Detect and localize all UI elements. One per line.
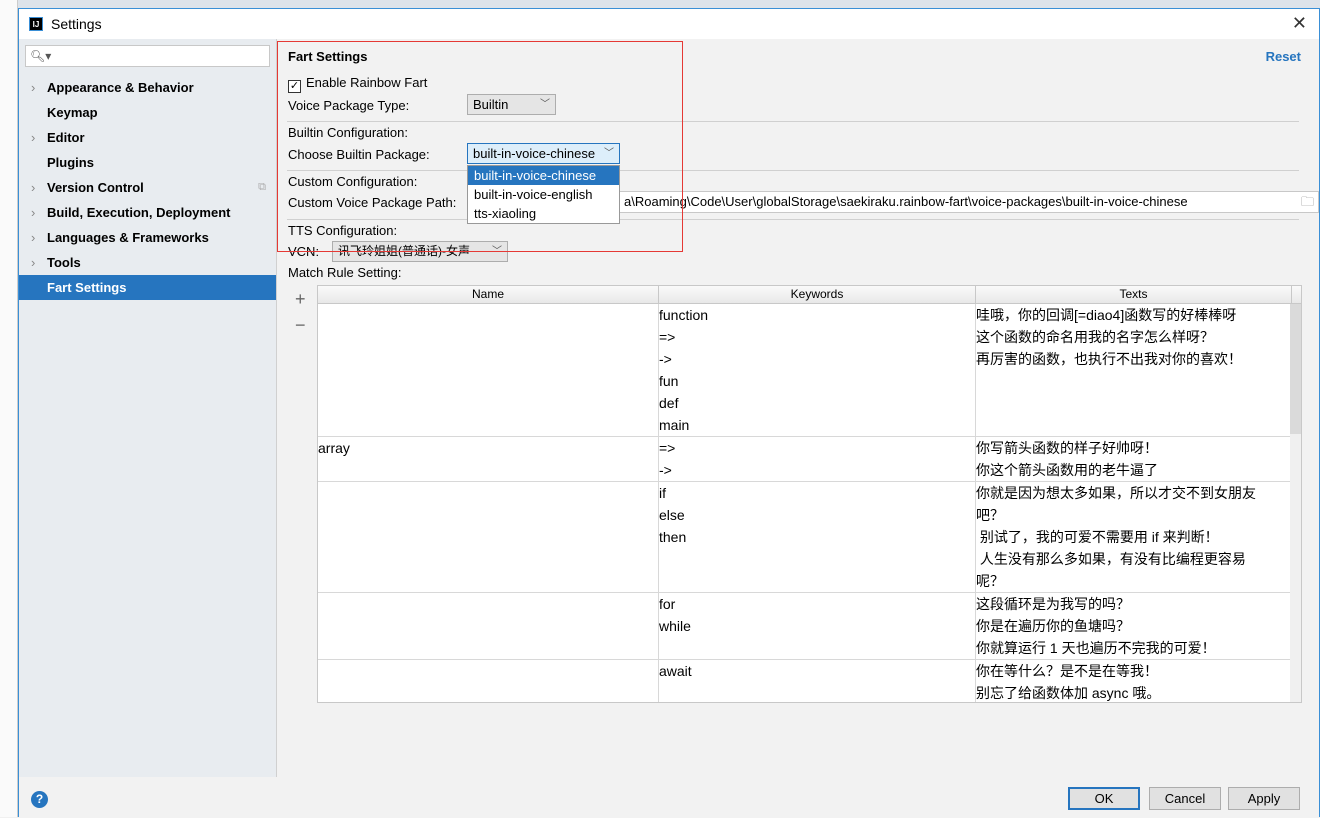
cell-keywords[interactable]: function => -> fun def main bbox=[659, 304, 976, 436]
chevron-right-icon[interactable]: › bbox=[31, 125, 35, 150]
window-title: Settings bbox=[51, 16, 102, 32]
chevron-right-icon[interactable]: › bbox=[31, 200, 35, 225]
option-built-in-voice-english[interactable]: built-in-voice-english bbox=[468, 185, 619, 204]
cell-texts[interactable]: 你在等什么？是不是在等我！ 别忘了给函数体加 async 哦。 bbox=[976, 660, 1292, 702]
sidebar-item-label: Fart Settings bbox=[47, 280, 127, 295]
table-row[interactable]: for while 这段循环是为我写的吗？ 你是在遍历你的鱼塘吗？ 你就算运行 1… bbox=[318, 593, 1301, 660]
match-rule-label: Match Rule Setting: bbox=[288, 265, 402, 280]
title-bar: IJ Settings ✕ bbox=[19, 9, 1319, 39]
vcn-value: 讯飞玲姐姐(普通话)-女声 bbox=[338, 244, 470, 258]
chevron-right-icon[interactable]: › bbox=[31, 175, 35, 200]
choose-builtin-label: Choose Builtin Package: bbox=[288, 147, 430, 162]
reset-link[interactable]: Reset bbox=[1266, 49, 1301, 64]
sidebar-item-editor[interactable]: › Editor bbox=[19, 125, 276, 150]
builtin-package-select[interactable]: built-in-voice-chinese ﹀ bbox=[467, 143, 620, 164]
sidebar-item-version-control[interactable]: › Version Control ⧉ bbox=[19, 175, 276, 200]
cell-name[interactable] bbox=[318, 593, 659, 659]
cell-name[interactable] bbox=[318, 482, 659, 592]
cell-texts[interactable]: 你写箭头函数的样子好帅呀！ 你这个箭头函数用的老牛逼了 bbox=[976, 437, 1292, 481]
option-tts-xiaoling[interactable]: tts-xiaoling bbox=[468, 204, 619, 223]
match-rule-table: Name Keywords Texts function => -> fun d… bbox=[317, 285, 1302, 703]
option-built-in-voice-chinese[interactable]: built-in-voice-chinese bbox=[468, 166, 619, 185]
table-header: Name Keywords Texts bbox=[318, 286, 1301, 304]
project-settings-icon: ⧉ bbox=[258, 181, 266, 193]
cell-name[interactable] bbox=[318, 660, 659, 702]
dialog-footer: ? OK Cancel Apply bbox=[19, 777, 1319, 818]
sidebar-item-tools[interactable]: › Tools bbox=[19, 250, 276, 275]
vcn-select[interactable]: 讯飞玲姐姐(普通话)-女声 ﹀ bbox=[332, 241, 508, 262]
close-icon[interactable]: ✕ bbox=[1292, 13, 1307, 34]
column-header-texts[interactable]: Texts bbox=[976, 286, 1292, 303]
cancel-button[interactable]: Cancel bbox=[1149, 787, 1221, 810]
search-icon: 🔍︎▾ bbox=[30, 49, 52, 63]
sidebar: 🔍︎▾ › Appearance & Behavior Keymap › Editor P… bbox=[19, 39, 277, 777]
enable-label: Enable Rainbow Fart bbox=[306, 75, 428, 90]
chevron-right-icon[interactable]: › bbox=[31, 225, 35, 250]
voice-type-value: Builtin bbox=[473, 97, 509, 112]
sidebar-item-label: Build, Execution, Deployment bbox=[47, 205, 231, 220]
folder-icon[interactable]: 🗀 bbox=[1301, 192, 1314, 212]
custom-config-label: Custom Configuration: bbox=[288, 174, 418, 189]
chevron-down-icon: ﹀ bbox=[604, 148, 614, 159]
settings-dialog: IJ Settings ✕ 🔍︎▾ › Appearance & Behavior… bbox=[18, 8, 1320, 818]
sidebar-item-appearance-behavior[interactable]: › Appearance & Behavior bbox=[19, 75, 276, 100]
chevron-down-icon: ﹀ bbox=[492, 246, 502, 257]
voice-type-select[interactable]: Builtin ﹀ bbox=[467, 94, 556, 115]
add-rule-button[interactable]: + bbox=[295, 289, 306, 310]
chevron-down-icon: ﹀ bbox=[540, 99, 550, 110]
table-row[interactable]: if else then 你就是因为想太多如果，所以才交不到女朋友 吧？ 别试了，… bbox=[318, 482, 1301, 593]
builtin-package-value: built-in-voice-chinese bbox=[473, 146, 596, 161]
sidebar-item-label: Version Control bbox=[47, 180, 144, 195]
sidebar-item-keymap[interactable]: Keymap bbox=[19, 100, 276, 125]
ok-button[interactable]: OK bbox=[1068, 787, 1140, 810]
remove-rule-button[interactable]: − bbox=[295, 315, 306, 336]
table-row[interactable]: function => -> fun def main 哇哦，你的回调[=diao… bbox=[318, 304, 1301, 437]
sidebar-item-label: Tools bbox=[47, 255, 81, 270]
tts-config-label: TTS Configuration: bbox=[288, 223, 398, 238]
sidebar-item-languages-frameworks[interactable]: › Languages & Frameworks bbox=[19, 225, 276, 250]
cell-keywords[interactable]: => -> bbox=[659, 437, 976, 481]
custom-path-label: Custom Voice Package Path: bbox=[288, 195, 457, 210]
ide-background-strip bbox=[0, 0, 18, 817]
table-row[interactable]: array => -> 你写箭头函数的样子好帅呀！ 你这个箭头函数用的老牛逼了 bbox=[318, 437, 1301, 482]
divider bbox=[287, 121, 1299, 122]
column-header-keywords[interactable]: Keywords bbox=[659, 286, 976, 303]
apply-button[interactable]: Apply bbox=[1228, 787, 1300, 810]
builtin-package-dropdown: built-in-voice-chinese built-in-voice-en… bbox=[467, 165, 620, 224]
chevron-right-icon[interactable]: › bbox=[31, 75, 35, 100]
table-row[interactable]: await 你在等什么？是不是在等我！ 别忘了给函数体加 async 哦。 bbox=[318, 660, 1301, 702]
ide-background-tabs bbox=[0, 0, 1320, 8]
cell-name[interactable] bbox=[318, 304, 659, 436]
enable-checkbox[interactable]: ✓ Enable Rainbow Fart bbox=[288, 75, 427, 93]
sidebar-item-label: Appearance & Behavior bbox=[47, 80, 194, 95]
voice-type-label: Voice Package Type: bbox=[288, 98, 410, 113]
sidebar-item-label: Keymap bbox=[47, 105, 98, 120]
search-input[interactable]: 🔍︎▾ bbox=[25, 45, 270, 67]
sidebar-item-fart-settings[interactable]: Fart Settings bbox=[19, 275, 276, 300]
section-title: Fart Settings bbox=[288, 49, 368, 64]
checkbox-checked-icon[interactable]: ✓ bbox=[288, 80, 301, 93]
builtin-config-label: Builtin Configuration: bbox=[288, 125, 408, 140]
cell-keywords[interactable]: await bbox=[659, 660, 976, 702]
help-icon[interactable]: ? bbox=[31, 791, 48, 808]
vcn-label: VCN: bbox=[288, 244, 320, 259]
cell-keywords[interactable]: for while bbox=[659, 593, 976, 659]
column-header-name[interactable]: Name bbox=[318, 286, 659, 303]
sidebar-item-label: Plugins bbox=[47, 155, 94, 170]
intellij-icon: IJ bbox=[29, 17, 43, 31]
cell-name[interactable]: array bbox=[318, 437, 659, 481]
cell-texts[interactable]: 这段循环是为我写的吗？ 你是在遍历你的鱼塘吗？ 你就算运行 1 天也遍历不完我的… bbox=[976, 593, 1292, 659]
cell-keywords[interactable]: if else then bbox=[659, 482, 976, 592]
sidebar-item-label: Languages & Frameworks bbox=[47, 230, 209, 245]
sidebar-item-build-execution-deployment[interactable]: › Build, Execution, Deployment bbox=[19, 200, 276, 225]
scrollbar-thumb[interactable] bbox=[1290, 304, 1301, 434]
sidebar-item-plugins[interactable]: Plugins bbox=[19, 150, 276, 175]
divider bbox=[287, 170, 1299, 171]
chevron-right-icon[interactable]: › bbox=[31, 250, 35, 275]
sidebar-item-label: Editor bbox=[47, 130, 85, 145]
divider bbox=[287, 219, 1299, 220]
cell-texts[interactable]: 哇哦，你的回调[=diao4]函数写的好棒棒呀 这个函数的命名用我的名字怎么样呀… bbox=[976, 304, 1292, 436]
fart-settings-panel: Fart Settings Reset ✓ Enable Rainbow Fart… bbox=[277, 39, 1319, 777]
cell-texts[interactable]: 你就是因为想太多如果，所以才交不到女朋友 吧？ 别试了，我的可爱不需要用 if … bbox=[976, 482, 1292, 592]
